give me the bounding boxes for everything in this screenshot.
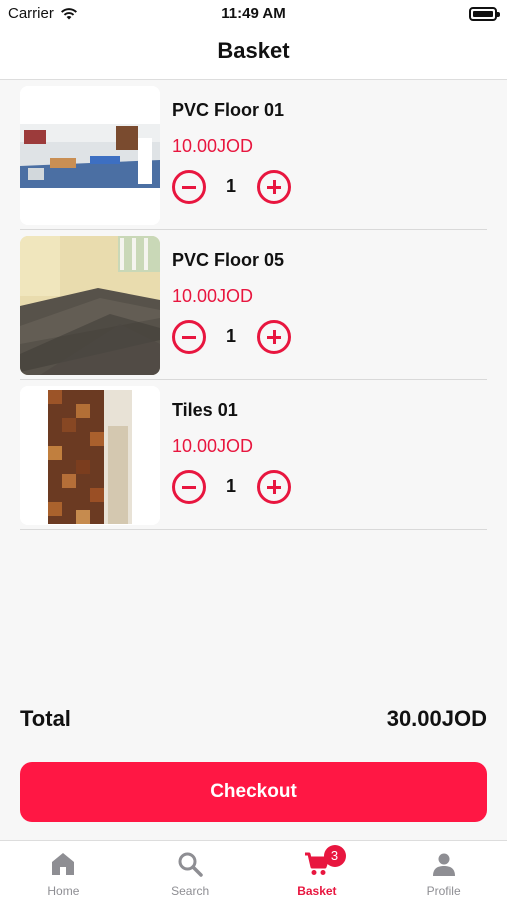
product-name: PVC Floor 01 [172,100,285,120]
decrease-quantity-button[interactable] [172,170,206,204]
tab-basket[interactable]: 3 Basket [254,841,381,900]
minus-icon [182,185,196,189]
tab-label: Home [47,884,80,898]
product-price: 10.00JOD [172,436,254,456]
total-label: Total [20,706,71,731]
tab-home[interactable]: Home [0,841,127,900]
basket-item: PVC Floor 01 10.00JOD 1 [20,80,487,230]
product-image[interactable] [20,386,160,525]
decrease-quantity-button[interactable] [172,470,206,504]
home-icon [52,853,75,875]
tab-search[interactable]: Search [127,841,254,900]
quantity-value: 1 [225,326,236,346]
checkout-button[interactable]: Checkout [20,762,487,822]
status-bar: Carrier 11:49 AM [0,0,507,28]
total-value: 30.00JOD [386,706,487,731]
tab-label: Basket [297,884,337,898]
product-name: Tiles 01 [172,400,238,420]
tab-label: Search [171,884,210,898]
cart-count-badge: 3 [323,845,346,867]
basket-item: PVC Floor 05 10.00JOD 1 [20,230,487,380]
product-image[interactable] [20,236,160,375]
navigation-bar: Basket [0,28,507,80]
increase-quantity-button[interactable] [257,170,291,204]
tab-bar: Home Search 3 Basket Profile [0,840,507,900]
status-time: 11:49 AM [221,5,286,22]
decrease-quantity-button[interactable] [172,320,206,354]
minus-icon [182,485,196,489]
minus-icon [182,335,196,339]
product-price: 10.00JOD [172,136,254,156]
product-price: 10.00JOD [172,286,254,306]
tab-label: Profile [426,884,461,898]
page-title: Basket [217,38,290,63]
product-name: PVC Floor 05 [172,250,285,270]
product-image[interactable] [20,86,160,225]
increase-quantity-button[interactable] [257,470,291,504]
increase-quantity-button[interactable] [257,320,291,354]
basket-item: Tiles 01 10.00JOD 1 [20,380,487,530]
quantity-value: 1 [225,176,236,196]
battery-icon [469,7,500,21]
person-icon [432,853,455,876]
tab-profile[interactable]: Profile [380,841,507,900]
search-icon [178,852,203,877]
quantity-value: 1 [225,476,236,496]
